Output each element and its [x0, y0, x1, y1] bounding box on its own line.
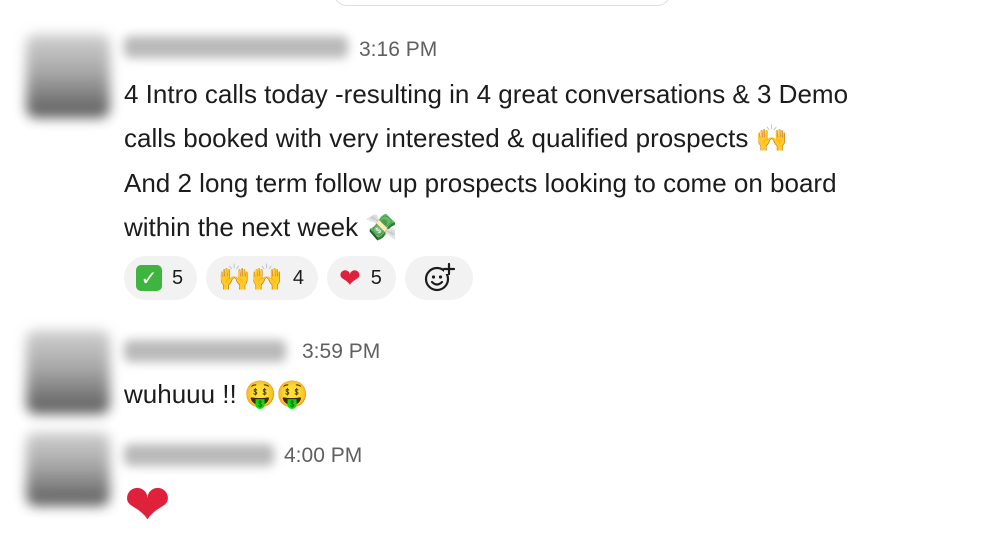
message-text: wuhuuu !!: [124, 379, 237, 409]
avatar[interactable]: [26, 34, 110, 118]
message-line: And 2 long term follow up prospects look…: [124, 168, 837, 198]
raising-hands-icon: 🙌🙌: [218, 263, 283, 293]
author-name-blurred[interactable]: [124, 444, 274, 466]
author-name-blurred[interactable]: [124, 36, 348, 58]
message-timestamp[interactable]: 3:59 PM: [302, 340, 380, 364]
heart-icon: ❤: [339, 262, 361, 293]
add-reaction-icon: [424, 262, 456, 292]
reaction-check[interactable]: ✓ 5: [124, 256, 198, 300]
money-mouth-face-emoji: 🤑🤑: [243, 380, 309, 410]
message-timestamp[interactable]: 4:00 PM: [284, 444, 362, 468]
message-line-with-emoji: within the next week 💸: [124, 205, 984, 250]
message-body: 4 Intro calls today -resulting in 4 grea…: [124, 72, 984, 250]
reaction-count: 5: [172, 266, 184, 289]
reaction-count: 5: [370, 266, 382, 289]
check-mark-icon: ✓: [136, 265, 162, 291]
add-reaction-button[interactable]: [404, 256, 473, 300]
raising-hands-emoji: 🙌: [755, 124, 788, 154]
reactions-bar: ✓ 5 🙌🙌 4 ❤ 5: [124, 256, 473, 300]
message-line-with-emoji: calls booked with very interested & qual…: [124, 116, 984, 161]
message-line: within the next week: [124, 212, 359, 242]
reaction-count: 4: [292, 266, 304, 289]
avatar[interactable]: [26, 330, 110, 414]
heart-emoji: ❤: [124, 473, 171, 536]
message-timestamp[interactable]: 3:16 PM: [359, 38, 437, 62]
reaction-raising-hands[interactable]: 🙌🙌 4: [206, 256, 318, 300]
author-name-blurred[interactable]: [124, 340, 286, 362]
reaction-heart[interactable]: ❤ 5: [327, 256, 396, 300]
message-line: 4 Intro calls today -resulting in 4 grea…: [124, 79, 849, 109]
date-divider-pill[interactable]: [333, 0, 671, 6]
message-line: calls booked with very interested & qual…: [124, 123, 749, 153]
avatar[interactable]: [26, 432, 110, 506]
message-body: wuhuuu !! 🤑🤑: [124, 372, 984, 417]
money-with-wings-emoji: 💸: [365, 213, 398, 243]
